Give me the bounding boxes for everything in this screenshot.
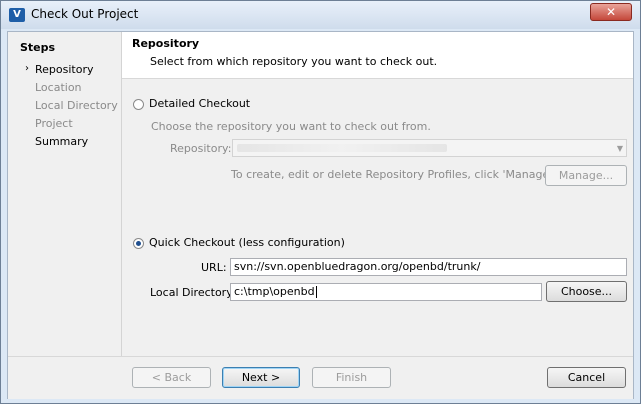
chevron-down-icon: ▼: [616, 144, 623, 153]
detailed-checkout-hint: Choose the repository you want to check …: [151, 120, 431, 133]
dialog-body: Steps › Repository Location Local Direct…: [7, 31, 634, 399]
next-button[interactable]: Next >: [222, 367, 300, 388]
detailed-checkout-label[interactable]: Detailed Checkout: [149, 97, 250, 110]
repository-label: Repository:: [170, 142, 232, 155]
finish-button[interactable]: Finish: [312, 367, 391, 388]
quick-checkout-label[interactable]: Quick Checkout (less configuration): [149, 236, 345, 249]
quick-checkout-radio[interactable]: [133, 238, 144, 249]
cancel-button[interactable]: Cancel: [547, 367, 626, 388]
app-icon: V: [9, 8, 25, 22]
back-button[interactable]: < Back: [132, 367, 211, 388]
steps-panel: Steps › Repository Location Local Direct…: [8, 32, 122, 356]
page-title: Repository: [132, 37, 200, 50]
step-repository: Repository: [35, 63, 94, 76]
page-header: Repository Select from which repository …: [122, 32, 633, 79]
window-title: Check Out Project: [31, 7, 139, 21]
dialog-window: V Check Out Project ✕ Steps › Repository…: [0, 0, 641, 404]
content-area: Detailed Checkout Choose the repository …: [122, 79, 633, 356]
current-step-marker-icon: ›: [25, 63, 29, 74]
text-cursor: [315, 286, 317, 298]
close-button[interactable]: ✕: [590, 3, 632, 21]
detailed-checkout-radio[interactable]: [133, 99, 144, 110]
repository-combo-value: [237, 144, 447, 152]
local-directory-label: Local Directory:: [150, 286, 236, 299]
url-label: URL:: [201, 261, 227, 274]
manage-hint: To create, edit or delete Repository Pro…: [231, 168, 556, 181]
step-project: Project: [35, 117, 73, 130]
button-bar: < Back Next > Finish Cancel: [8, 356, 633, 399]
step-summary: Summary: [35, 135, 89, 148]
page-description: Select from which repository you want to…: [150, 55, 438, 68]
repository-combo[interactable]: ▼: [232, 139, 627, 157]
steps-heading: Steps: [20, 41, 56, 54]
step-local-directory: Local Directory: [35, 99, 118, 112]
choose-button[interactable]: Choose...: [546, 281, 627, 302]
title-bar[interactable]: V Check Out Project ✕: [1, 1, 640, 29]
manage-button[interactable]: Manage...: [545, 165, 627, 186]
step-location: Location: [35, 81, 82, 94]
url-input[interactable]: svn://svn.openbluedragon.org/openbd/trun…: [230, 258, 627, 276]
local-directory-input[interactable]: c:\tmp\openbd: [230, 283, 542, 301]
